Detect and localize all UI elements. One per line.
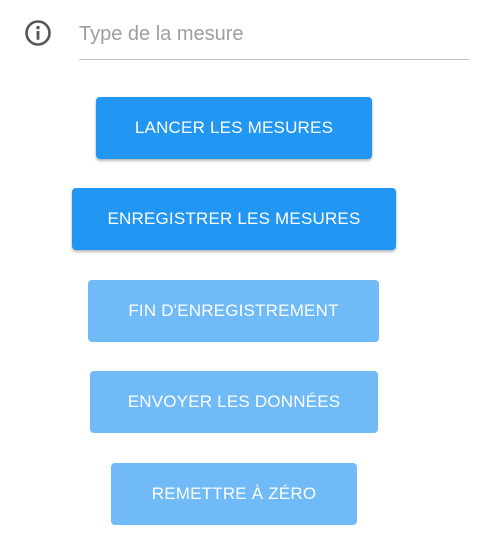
info-icon[interactable] — [24, 19, 52, 47]
reset-button[interactable]: REMETTRE À ZÉRO — [111, 463, 357, 525]
end-recording-button[interactable]: FIN D'ENREGISTREMENT — [88, 280, 379, 342]
measure-type-input[interactable] — [79, 14, 469, 54]
measurement-screen: LANCER LES MESURES ENREGISTRER LES MESUR… — [0, 0, 484, 534]
record-measures-button[interactable]: ENREGISTRER LES MESURES — [72, 188, 396, 250]
start-measures-button[interactable]: LANCER LES MESURES — [96, 97, 372, 159]
measure-type-field[interactable] — [79, 14, 469, 60]
send-data-button[interactable]: ENVOYER LES DONNÉES — [90, 371, 378, 433]
